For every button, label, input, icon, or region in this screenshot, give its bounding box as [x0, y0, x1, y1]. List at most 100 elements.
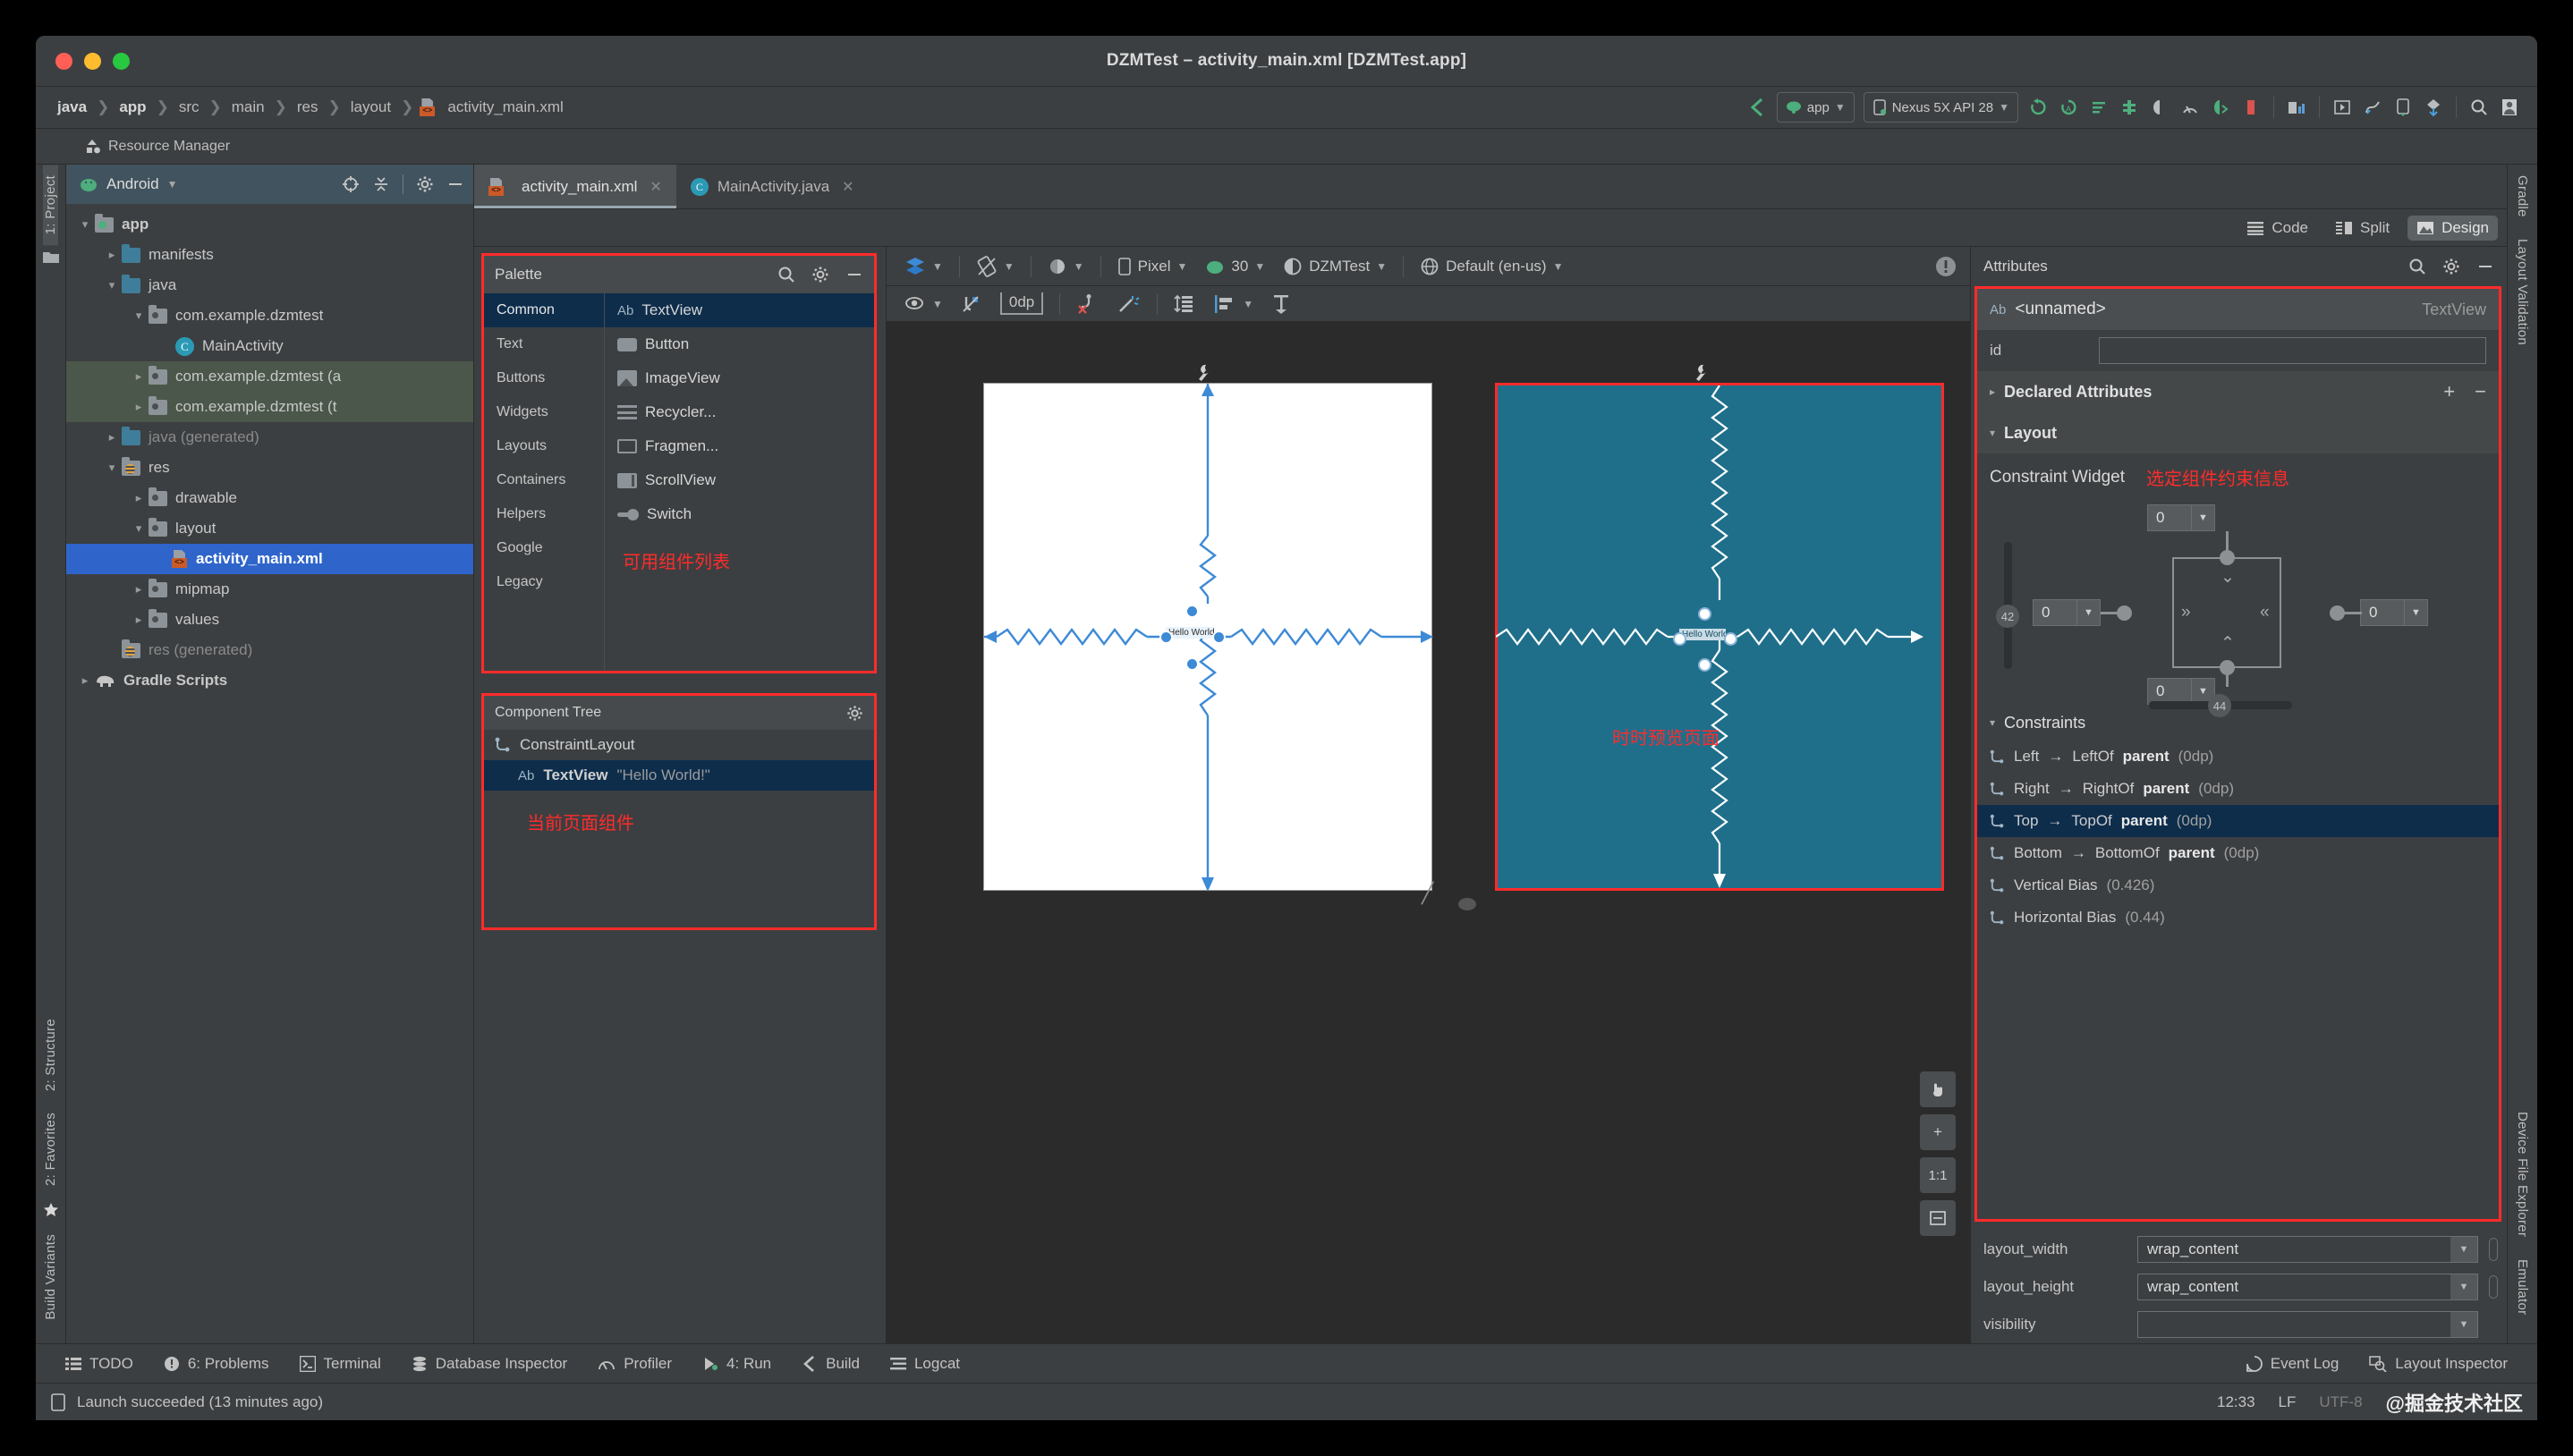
tree-item-mipmap[interactable]: ▸ mipmap — [66, 574, 473, 605]
horizontal-bias-value[interactable]: 44 — [2208, 694, 2231, 717]
tool-window-layout-inspector[interactable]: Layout Inspector — [2354, 1355, 2523, 1373]
layout-width-dropdown[interactable]: wrap_content ▼ — [2137, 1236, 2478, 1263]
breadcrumb-item-main[interactable]: main — [228, 98, 268, 116]
margin-right-dropdown[interactable]: 0 ▼ — [2360, 599, 2428, 626]
zoom-in-button[interactable]: + — [1920, 1114, 1956, 1150]
left-anchor[interactable] — [2117, 605, 2132, 621]
logcat-toolbar-button[interactable] — [2357, 92, 2388, 123]
tree-item-res[interactable]: ▾ res — [66, 453, 473, 483]
chevron-down-icon[interactable]: ▾ — [102, 461, 122, 475]
gear-icon[interactable] — [416, 175, 434, 193]
constraint-row-bottom[interactable]: Bottom → BottomOf parent (0dp) — [1977, 837, 2499, 869]
margin-top-dropdown[interactable]: 0 ▼ — [2147, 504, 2215, 531]
hide-panel-icon[interactable] — [2476, 258, 2494, 275]
collapse-all-icon[interactable] — [372, 175, 390, 193]
component-tree-node-constraintlayout[interactable]: ConstraintLayout — [484, 730, 874, 760]
search-everywhere-icon[interactable] — [2464, 92, 2494, 123]
attach-debugger-button[interactable] — [2205, 92, 2236, 123]
close-icon[interactable]: ✕ — [842, 178, 853, 196]
gear-icon[interactable] — [811, 266, 829, 284]
remove-attribute-button[interactable]: − — [2475, 380, 2486, 403]
orientation-button[interactable]: ▼ — [967, 255, 1023, 277]
breadcrumb-item-src[interactable]: src — [175, 98, 203, 116]
add-attribute-button[interactable]: + — [2443, 380, 2455, 403]
rail-tab-build-variants[interactable]: Build Variants — [43, 1223, 58, 1331]
layout-section[interactable]: ▾ Layout — [1977, 412, 2499, 453]
rail-tab-gradle[interactable]: Gradle — [2515, 165, 2530, 228]
palette-category-buttons[interactable]: Buttons — [484, 361, 604, 395]
tree-item-java-generated[interactable]: ▸ java (generated) — [66, 422, 473, 453]
resize-handle-top[interactable] — [1698, 607, 1711, 621]
breadcrumb-item-java[interactable]: java — [54, 98, 90, 116]
palette-item-switch[interactable]: Switch — [605, 497, 874, 531]
component-tree-body[interactable]: ConstraintLayout Ab TextView "Hello Worl… — [484, 730, 874, 927]
tree-item-package-android-test[interactable]: ▸ com.example.dzmtest (a — [66, 361, 473, 392]
palette-item-button[interactable]: Button — [605, 327, 874, 361]
device-preview-blueprint[interactable]: Hello World! 时时预览页面 — [1495, 383, 1944, 891]
constraints-section[interactable]: ▾ Constraints — [1977, 705, 2499, 741]
window-controls[interactable] — [55, 53, 130, 70]
design-canvas[interactable]: Hello World! ╱ Hello World! 时时预览页面 + 1:1 — [887, 322, 1970, 1343]
tool-window-run[interactable]: 4: Run — [687, 1355, 786, 1373]
chevron-down-icon[interactable]: ▼ — [2191, 505, 2214, 530]
search-icon[interactable] — [777, 266, 795, 284]
tool-window-build[interactable]: Build — [786, 1355, 875, 1373]
theme-dropdown[interactable]: DZMTest ▼ — [1274, 257, 1396, 276]
breadcrumb-item-activity-main-xml[interactable]: activity_main.xml — [444, 98, 566, 116]
tree-item-drawable[interactable]: ▸ drawable — [66, 483, 473, 513]
resize-handle-left[interactable] — [1673, 632, 1686, 646]
palette-category-legacy[interactable]: Legacy — [484, 565, 604, 599]
api-dropdown[interactable]: 30 ▼ — [1196, 258, 1274, 275]
stop-button[interactable] — [2236, 92, 2266, 123]
tree-item-package-test[interactable]: ▸ com.example.dzmtest (t — [66, 392, 473, 422]
palette-item-recyclerview[interactable]: Recycler... — [605, 395, 874, 429]
close-window-button[interactable] — [55, 53, 72, 70]
tool-window-database-inspector[interactable]: Database Inspector — [396, 1355, 582, 1373]
palette-item-textview[interactable]: Ab TextView — [605, 293, 874, 327]
chevron-right-icon[interactable]: ▸ — [75, 673, 95, 688]
chevron-down-icon[interactable]: ▾ — [129, 309, 149, 323]
right-anchor[interactable] — [2330, 605, 2345, 621]
rail-tab-structure[interactable]: 2: Structure — [43, 1008, 58, 1102]
top-anchor[interactable] — [2220, 550, 2235, 565]
show-constraints-button[interactable]: ▼ — [896, 294, 952, 314]
device-preview-design[interactable]: Hello World! — [983, 383, 1433, 892]
gear-icon[interactable] — [2442, 258, 2460, 275]
design-mode-button[interactable]: ▼ — [896, 257, 952, 276]
tree-item-layout[interactable]: ▾ layout — [66, 513, 473, 544]
tool-window-event-log[interactable]: Event Log — [2231, 1355, 2355, 1373]
chevron-down-icon[interactable]: ▾ — [1990, 716, 1995, 729]
palette-categories[interactable]: Common Text Buttons Widgets Layouts Cont… — [484, 293, 605, 671]
chevron-right-icon[interactable]: ▸ — [102, 248, 122, 262]
run-button[interactable] — [2023, 92, 2053, 123]
resize-handle-bottom[interactable] — [1185, 657, 1199, 671]
guidelines-button[interactable] — [1262, 293, 1300, 315]
project-tree[interactable]: ▾ app ▸ manifests ▾ java ▾ com.example.d… — [66, 204, 473, 1343]
palette-item-fragmentcontainerview[interactable]: Fragmen... — [605, 429, 874, 463]
breadcrumb-item-layout[interactable]: layout — [347, 98, 395, 116]
pack-button[interactable] — [1165, 293, 1204, 315]
height-mode-icon-bottom[interactable]: ⌃ — [2221, 633, 2235, 654]
design-wrench-icon[interactable] — [1692, 363, 1710, 383]
palette-category-helpers[interactable]: Helpers — [484, 497, 604, 531]
tree-item-activity-main-xml[interactable]: activity_main.xml — [66, 544, 473, 574]
resize-handle-right[interactable] — [1724, 632, 1737, 646]
resize-handle-bottom[interactable] — [1698, 658, 1711, 672]
editor-tab-activity-main-xml[interactable]: activity_main.xml ✕ — [474, 165, 676, 208]
declared-attributes-section[interactable]: ▸ Declared Attributes + − — [1977, 371, 2499, 412]
minimize-window-button[interactable] — [84, 53, 101, 70]
search-icon[interactable] — [2408, 258, 2426, 275]
tree-item-package-main[interactable]: ▾ com.example.dzmtest — [66, 301, 473, 331]
blueprint-wrench-icon[interactable] — [1194, 363, 1212, 383]
tree-item-res-generated[interactable]: res (generated) — [66, 635, 473, 665]
apply-changes-button[interactable] — [2084, 92, 2114, 123]
chevron-down-icon[interactable]: ▾ — [102, 278, 122, 292]
chevron-down-icon[interactable]: ▾ — [75, 217, 95, 232]
device-dropdown[interactable]: Pixel ▼ — [1108, 258, 1197, 275]
constraint-row-vertical-bias[interactable]: Vertical Bias (0.426) — [1977, 869, 2499, 902]
locale-dropdown[interactable]: Default (en-us) ▼ — [1411, 257, 1572, 276]
chevron-down-icon[interactable]: ▾ — [1990, 427, 1995, 439]
chevron-right-icon[interactable]: ▸ — [129, 369, 149, 384]
constraint-row-left[interactable]: Left → LeftOf parent (0dp) — [1977, 741, 2499, 773]
zoom-actual-size-button[interactable]: 1:1 — [1920, 1157, 1956, 1193]
